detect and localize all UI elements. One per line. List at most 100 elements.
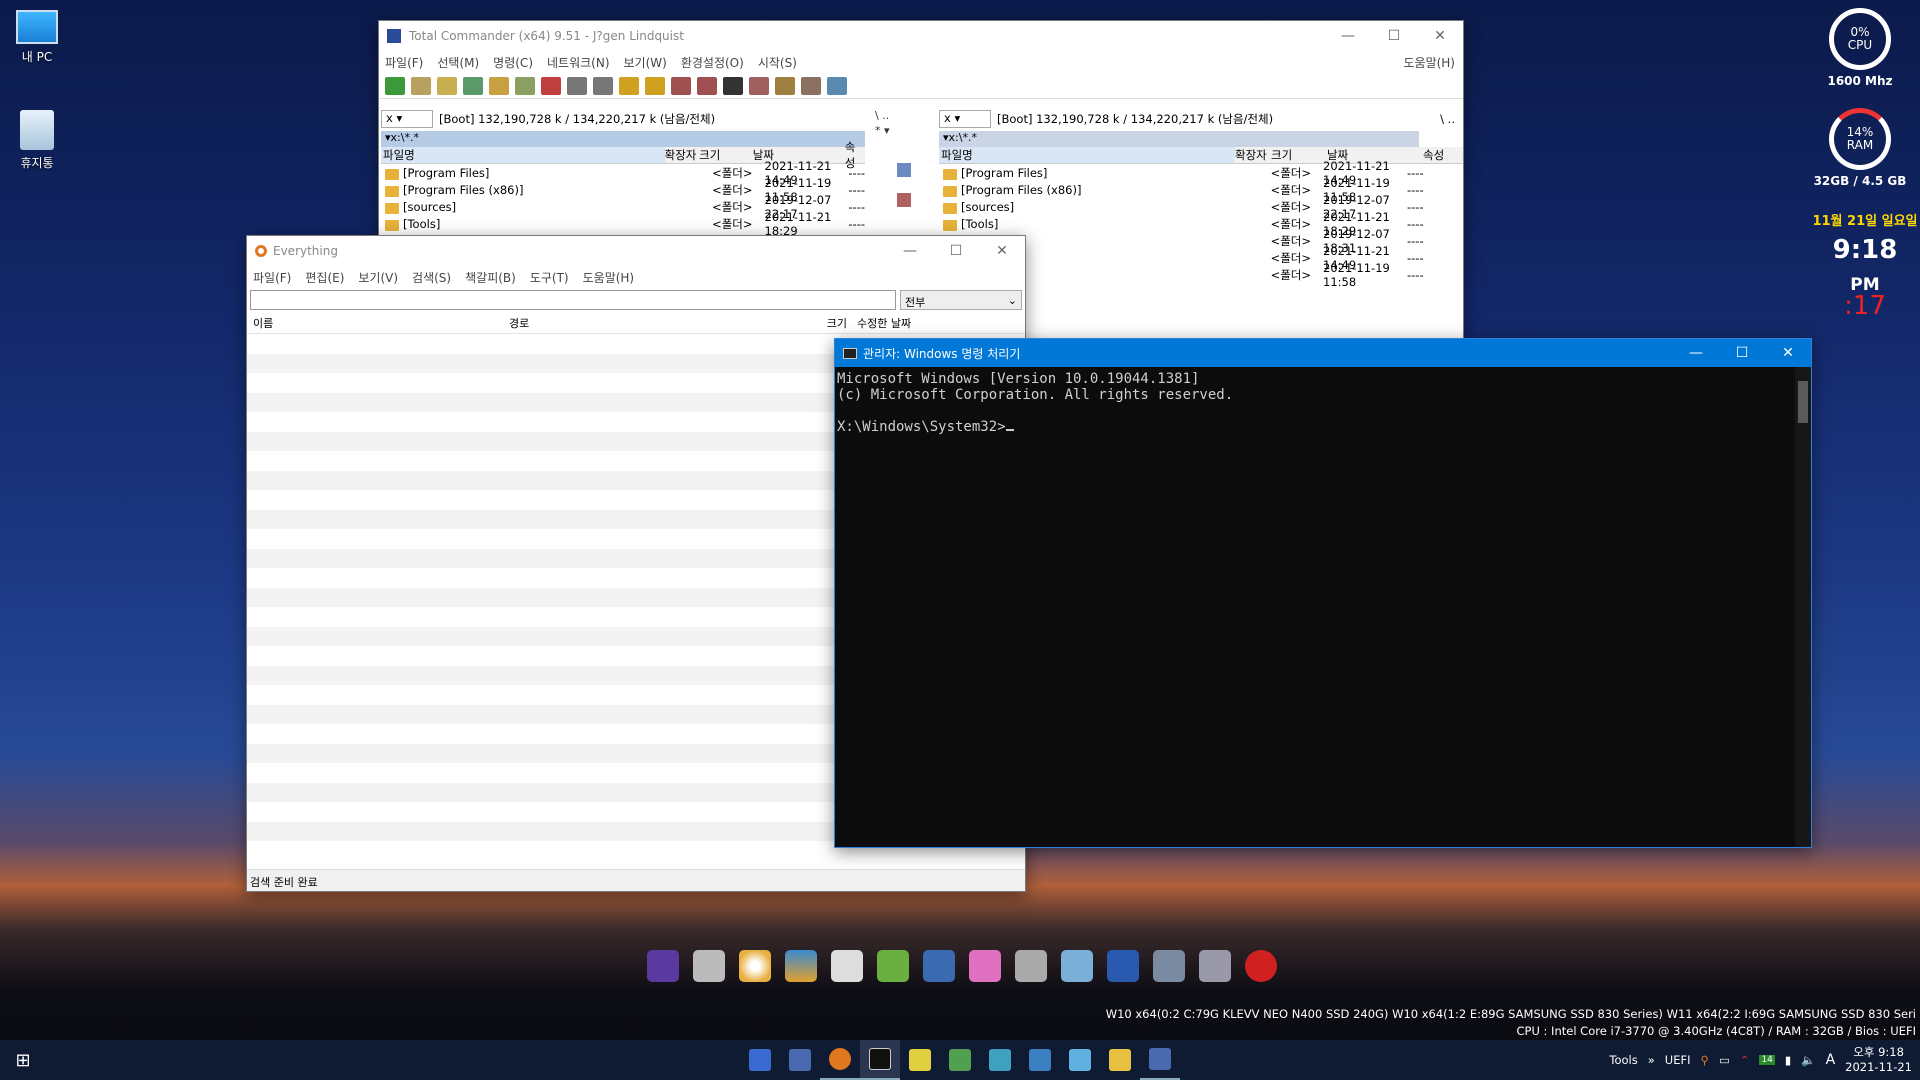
minimize-button[interactable]: — (1673, 339, 1719, 367)
left-drive-select[interactable]: x ▾ (381, 110, 433, 128)
everything-titlebar[interactable]: Everything — ☐ ✕ (247, 236, 1025, 266)
cmd-window[interactable]: 관리자: Windows 명령 처리기 — ☐ ✕ Microsoft Window… (834, 338, 1812, 848)
taskbar-app-11[interactable] (1140, 1040, 1180, 1080)
brief-view-icon[interactable] (411, 76, 431, 95)
search-input[interactable] (250, 290, 896, 310)
console-output[interactable]: Microsoft Windows [Version 10.0.19044.13… (835, 367, 1795, 847)
maximize-button[interactable]: ☐ (1719, 339, 1765, 367)
unpack-icon[interactable] (645, 76, 665, 95)
menu-search[interactable]: 검색(S) (412, 269, 451, 286)
edit-icon[interactable] (897, 193, 911, 207)
triangle-icon[interactable] (785, 950, 817, 982)
menu-file[interactable]: 파일(F) (385, 54, 423, 71)
shield-icon[interactable]: ⌃ (1740, 1053, 1750, 1067)
search-icon[interactable]: ⚲ (1701, 1053, 1709, 1067)
col-name[interactable]: 파일명 (381, 147, 665, 163)
start-button[interactable]: ⊞ (0, 1040, 46, 1080)
volume-icon[interactable]: 🔈 (1801, 1053, 1815, 1067)
col-ext[interactable]: 확장자 (665, 147, 699, 163)
network-tray-icon[interactable]: ▭ (1719, 1053, 1730, 1067)
menu-tools[interactable]: 도구(T) (530, 269, 569, 286)
refresh-icon[interactable] (385, 76, 405, 95)
taskbar-explorer[interactable] (1100, 1040, 1140, 1080)
power-icon[interactable] (1245, 950, 1277, 982)
font-icon[interactable] (1107, 950, 1139, 982)
menu-bookmarks[interactable]: 책갈피(B) (465, 269, 516, 286)
usb-icon[interactable] (693, 950, 725, 982)
col-size[interactable]: 크기 (699, 147, 753, 163)
chip-icon[interactable] (647, 950, 679, 982)
menu-view[interactable]: 보기(V) (358, 269, 398, 286)
menu-config[interactable]: 환경설정(O) (681, 54, 744, 71)
tray-clock[interactable]: 오후 9:18 2021-11-21 (1845, 1045, 1912, 1075)
chevron-icon[interactable]: » (1648, 1053, 1655, 1067)
windows-logo-icon[interactable] (969, 950, 1001, 982)
col-ext[interactable]: 확장자 (1235, 147, 1271, 163)
desktop-icon-my-pc[interactable]: 내 PC (2, 10, 72, 65)
search-binoculars-icon[interactable] (723, 76, 743, 95)
battery-icon[interactable]: ▮ (1785, 1053, 1791, 1067)
file-row[interactable]: [Tools] <폴더> 2021-11-21 18:29 ---- (381, 210, 865, 238)
right-drive-select[interactable]: x ▾ (939, 110, 991, 128)
menu-start[interactable]: 시작(S) (758, 54, 797, 71)
pen-icon[interactable] (877, 950, 909, 982)
menu-network[interactable]: 네트워크(N) (547, 54, 610, 71)
maximize-button[interactable]: ☐ (1371, 21, 1417, 51)
filter-select[interactable]: 전부 ⌄ (900, 290, 1022, 310)
invert-icon[interactable] (541, 76, 561, 95)
tc-titlebar[interactable]: Total Commander (x64) 9.51 - J?gen Lindq… (379, 21, 1463, 51)
minimize-button[interactable]: — (1325, 21, 1371, 51)
taskbar-cmd[interactable] (860, 1040, 900, 1080)
url-icon[interactable] (697, 76, 717, 95)
desktop-icon-recycle-bin[interactable]: 휴지통 (2, 110, 72, 171)
rocket-icon[interactable] (1199, 950, 1231, 982)
menu-help[interactable]: 도움말(H) (1403, 54, 1455, 71)
scrollbar[interactable] (1795, 367, 1811, 847)
history-buttons[interactable]: * ▾ (867, 124, 937, 137)
menu-help[interactable]: 도움말(H) (583, 269, 635, 286)
back-arrow-icon[interactable] (567, 76, 587, 95)
view-icon[interactable] (897, 163, 911, 177)
network-icon[interactable] (923, 950, 955, 982)
col-modified[interactable]: 수정한 날짜 (853, 315, 911, 331)
camera-icon[interactable] (1153, 950, 1185, 982)
menu-select[interactable]: 선택(M) (437, 54, 479, 71)
taskbar-app-8[interactable] (1020, 1040, 1060, 1080)
menu-view[interactable]: 보기(W) (624, 54, 667, 71)
col-path[interactable]: 경로 (505, 315, 761, 331)
ftp-icon[interactable] (671, 76, 691, 95)
col-name[interactable]: 파일명 (939, 147, 1235, 163)
taskbar-everything[interactable] (820, 1040, 860, 1080)
drive-icon[interactable] (1015, 950, 1047, 982)
disc-icon[interactable] (739, 950, 771, 982)
minimize-button[interactable]: — (887, 236, 933, 266)
tree-icon[interactable] (489, 76, 509, 95)
menu-commands[interactable]: 명령(C) (493, 54, 533, 71)
taskbar-app-6[interactable] (940, 1040, 980, 1080)
close-button[interactable]: ✕ (1417, 21, 1463, 51)
copy-names-icon[interactable] (801, 76, 821, 95)
book-icon[interactable] (1061, 950, 1093, 982)
tools-toolbar[interactable]: Tools (1609, 1053, 1637, 1067)
menu-edit[interactable]: 편집(E) (305, 269, 344, 286)
col-name[interactable]: 이름 (247, 315, 505, 331)
close-button[interactable]: ✕ (979, 236, 1025, 266)
badge-icon[interactable]: 14 (1759, 1055, 1775, 1065)
forward-arrow-icon[interactable] (593, 76, 613, 95)
pack-icon[interactable] (619, 76, 639, 95)
root-up-buttons[interactable]: \ .. (867, 109, 937, 122)
compare-icon[interactable] (775, 76, 795, 95)
maximize-button[interactable]: ☐ (933, 236, 979, 266)
right-path[interactable]: ▾x:\*.* (939, 131, 1419, 147)
full-view-icon[interactable] (437, 76, 457, 95)
left-path[interactable]: ▾x:\*.* (381, 131, 865, 147)
taskbar-app-9[interactable] (1060, 1040, 1100, 1080)
eraser-icon[interactable] (831, 950, 863, 982)
sync-icon[interactable] (515, 76, 535, 95)
ime-indicator[interactable]: A (1826, 1052, 1836, 1068)
taskbar-total-commander[interactable] (780, 1040, 820, 1080)
notepad-icon[interactable] (827, 76, 847, 95)
taskbar-app-5[interactable] (900, 1040, 940, 1080)
multi-rename-icon[interactable] (749, 76, 769, 95)
col-size[interactable]: 크기 (761, 315, 853, 331)
